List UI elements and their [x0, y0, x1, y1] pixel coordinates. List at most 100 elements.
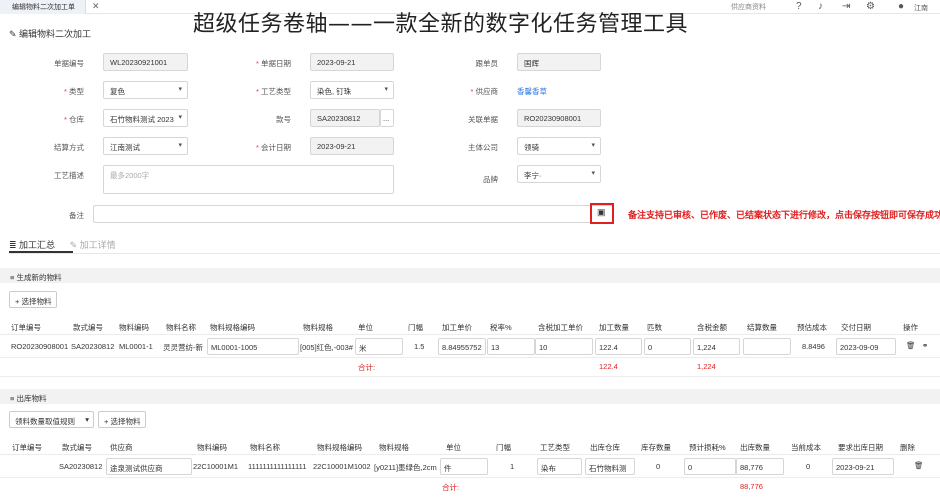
exit-icon[interactable]: ⇥ [842, 1, 850, 12]
tab-divider [9, 253, 940, 254]
style-no-cell: SA20230812 [71, 342, 115, 351]
category-select[interactable]: 复色 ▾ [103, 81, 188, 99]
section-outbound-material: ≡ 出库物料 [0, 389, 940, 404]
acct-date-field[interactable]: 2023-09-21 [310, 137, 394, 155]
related-doc-field[interactable]: RO20230908001 [517, 109, 601, 127]
settle-label: 结算方式 [54, 143, 84, 152]
material-name-cell: 1111111111111111 [248, 462, 307, 471]
tab-edit-material[interactable]: 编辑物料二次加工单 [0, 0, 86, 14]
column-header: 物料名称 [166, 323, 196, 332]
tab-detail[interactable]: ✎ 加工详情 [70, 240, 116, 250]
column-header: 供应商 [110, 443, 133, 452]
outbound-date-field[interactable]: 2023-09-21 [832, 458, 894, 475]
tab-summary[interactable]: ≣ 加工汇总 [9, 240, 55, 250]
warehouse-select[interactable]: 石竹物料测试 2023 ▾ [103, 109, 188, 127]
select-material-button-2[interactable]: + 选择物料 [98, 411, 147, 428]
material-code-cell: 22C10001M1 [193, 462, 239, 471]
trash-icon[interactable]: 🗑 [906, 341, 916, 350]
supplier-search[interactable]: 供应商资料 [731, 2, 766, 12]
process-select[interactable]: 染布 [537, 458, 582, 475]
stock-cell: 0 [656, 462, 661, 471]
brand-select[interactable]: 李宁· ▾ [517, 165, 601, 183]
column-header: 操作 [903, 323, 918, 332]
settings-icon[interactable]: ⚙ [866, 1, 875, 12]
spec-cell: [005]红色,-003# [300, 343, 353, 352]
style-no-cell: SA20230812 [59, 462, 103, 471]
material-code-cell: ML0001-1 [119, 342, 153, 351]
style-picker-button[interactable]: ... [380, 109, 394, 127]
column-header: 库存数量 [641, 443, 671, 452]
unit-field[interactable]: 米 [355, 338, 403, 355]
page-title: ✎ 编辑物料二次加工 [9, 29, 92, 39]
acct-date-label: * 会计日期 [255, 143, 291, 152]
tab-active-indicator [9, 251, 73, 253]
outbound-qty-field[interactable]: 88,776 [736, 458, 784, 475]
tax-field[interactable]: 13 [487, 338, 535, 355]
style-no-field[interactable]: SA20230812 [310, 109, 380, 127]
edit-icon: ✎ [9, 29, 20, 39]
qty-field[interactable]: 122.4 [595, 338, 642, 355]
supplier-field[interactable]: 途泉测试供应商 [106, 458, 192, 475]
process-type-select[interactable]: 染色, 钉珠 ▾ [310, 81, 394, 99]
unit-field[interactable]: 件 [440, 458, 488, 475]
remark-label: 备注 [69, 211, 84, 220]
supplier-link[interactable]: 香馨香草 [517, 86, 547, 97]
column-header: 订单编号 [11, 323, 41, 332]
settle-select[interactable]: 江南测试 ▾ [103, 137, 188, 155]
divider [0, 477, 940, 478]
select-material-button[interactable]: + 选择物料 [9, 291, 58, 308]
column-header: 出库仓库 [590, 443, 620, 452]
loss-field[interactable]: 0 [684, 458, 736, 475]
link-icon[interactable]: ⚭ [922, 341, 928, 350]
chevron-down-icon: ▾ [591, 170, 595, 177]
remark-edit-icon[interactable]: ▣ [597, 207, 606, 218]
bell-icon[interactable]: ♪ [818, 1, 823, 12]
company-select[interactable]: 领骑 ▾ [517, 137, 601, 155]
column-header: 税率% [490, 323, 512, 332]
column-header: 预计损耗% [689, 443, 726, 452]
chevron-down-icon: ▾ [85, 415, 89, 424]
column-header: 出库数量 [740, 443, 770, 452]
doc-date-field[interactable]: 2023-09-21 [310, 53, 394, 71]
user-name[interactable]: 江南 [914, 3, 928, 13]
banner-title: 超级任务卷轴——一款全新的数字化任务管理工具 [193, 12, 689, 37]
amount-field[interactable]: 1,224 [693, 338, 740, 355]
price-field[interactable]: 8.84955752 [438, 338, 486, 355]
tax-price-field[interactable]: 10 [535, 338, 593, 355]
chevron-down-icon: ▾ [591, 142, 595, 149]
total-qty-2: 88,776 [740, 482, 763, 491]
divider [0, 334, 940, 335]
chevron-down-icon: ▾ [384, 86, 388, 93]
column-header: 预估成本 [797, 323, 827, 332]
delivery-date-field[interactable]: 2023-09-09 [836, 338, 896, 355]
column-header: 含税金额 [697, 323, 727, 332]
column-header: 款式编号 [73, 323, 103, 332]
desc-textarea[interactable]: 最多2000字 [103, 165, 394, 194]
est-cost-cell: 8.8496 [802, 342, 825, 351]
total-label: 合计: [358, 363, 376, 372]
column-header: 订单编号 [12, 443, 42, 452]
follower-field[interactable]: 国辉 [517, 53, 601, 71]
doc-no-label: 单据编号 [54, 59, 84, 68]
trash-icon[interactable]: 🗑 [914, 461, 924, 470]
content-tabs: ≣ 加工汇总 ✎ 加工详情 [9, 238, 116, 251]
tab-close-icon[interactable]: ✕ [92, 1, 100, 12]
cost-cell: 0 [806, 462, 811, 471]
warehouse-select[interactable]: 石竹物料测 [585, 458, 635, 475]
column-header: 匹数 [647, 323, 662, 332]
column-header: 工艺类型 [540, 443, 570, 452]
spec-code-field[interactable]: ML0001-1005 [207, 338, 299, 355]
column-header: 结算数量 [747, 323, 777, 332]
help-icon[interactable]: ? [796, 1, 802, 12]
spec-code-cell: 22C10001M1002 [313, 462, 371, 471]
column-header: 加工数量 [599, 323, 629, 332]
rule-select[interactable]: 领料数量取值规则 ▾ [9, 411, 94, 428]
remark-input[interactable] [93, 205, 613, 223]
brand-label: 品牌 [483, 175, 498, 184]
avatar[interactable]: ● [898, 1, 904, 12]
doc-no-field[interactable]: WL20230921001 [103, 53, 188, 71]
bolts-field[interactable]: 0 [644, 338, 691, 355]
settle-qty-field[interactable] [743, 338, 791, 355]
divider [0, 376, 940, 377]
divider [0, 357, 940, 358]
